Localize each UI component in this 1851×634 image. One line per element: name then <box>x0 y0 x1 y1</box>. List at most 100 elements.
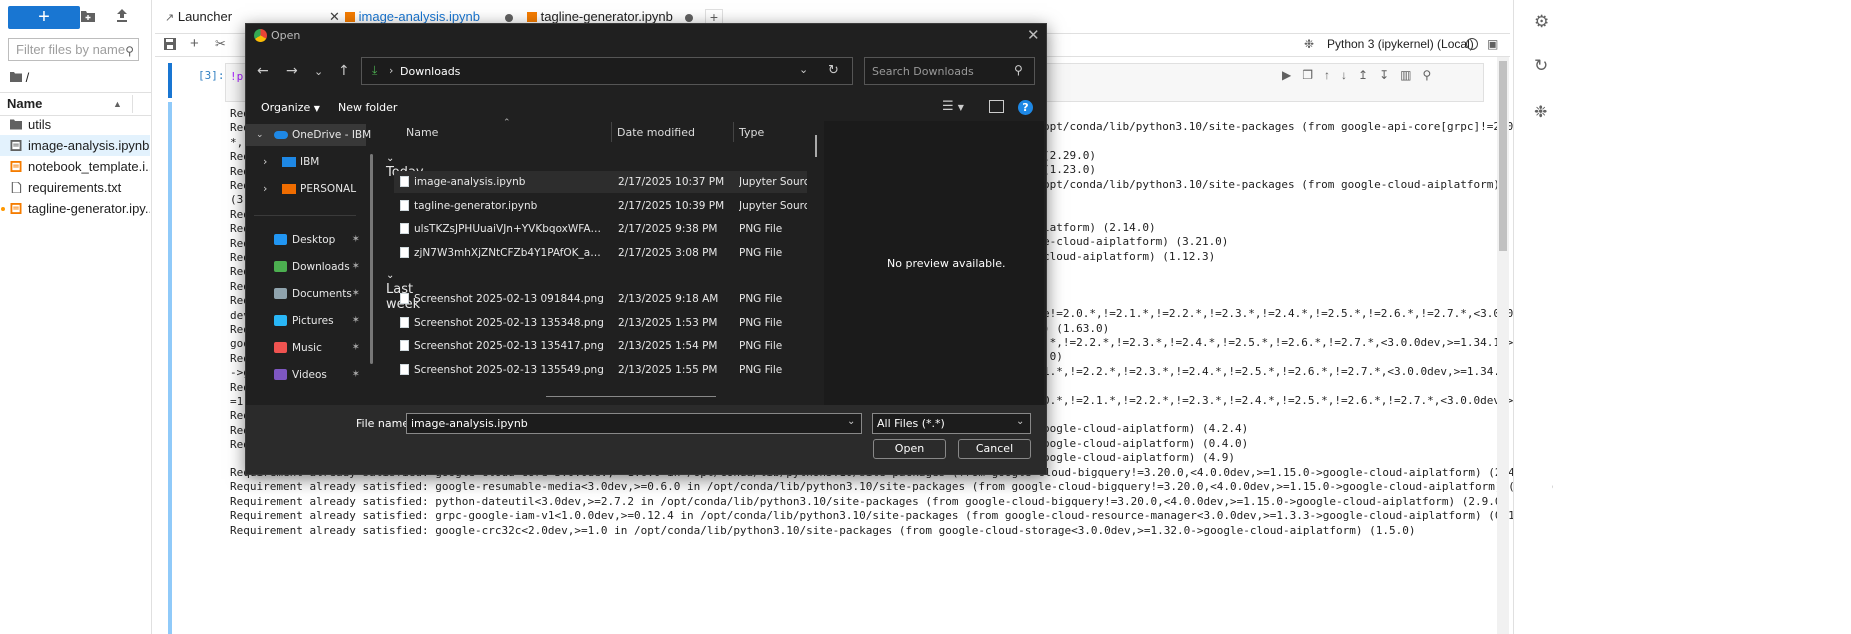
chevron-down-icon[interactable]: ⌄ <box>799 63 808 76</box>
move-up-icon[interactable]: ↑ <box>1324 68 1341 82</box>
upload-icon[interactable] <box>110 5 134 29</box>
nav-onedrive[interactable]: ⌄ OneDrive - IBM <box>246 124 371 146</box>
change-view-icon[interactable]: ☰ ▼ <box>942 99 964 114</box>
nav-quick-music[interactable]: Music ✶ <box>246 337 366 359</box>
notebook-scrollbar[interactable] <box>1497 57 1509 634</box>
file-date: 2/17/2025 10:37 PM <box>618 176 725 188</box>
nav-quick-videos[interactable]: Videos ✶ <box>246 364 366 386</box>
calendar-icon[interactable]: ▣ <box>1487 37 1498 51</box>
duplicate-icon[interactable]: ❐ <box>1302 68 1324 82</box>
file-row[interactable]: Screenshot 2025-02-13 135417.png 2/13/202… <box>394 335 807 357</box>
run-icon[interactable]: ▶ <box>1282 68 1302 82</box>
nav-quick-documents[interactable]: Documents ✶ <box>246 283 366 305</box>
chrome-icon <box>254 29 267 42</box>
pin-icon[interactable]: ✶ <box>352 337 360 359</box>
delete-icon[interactable]: ▥ <box>1400 68 1422 82</box>
horizontal-scrollbar[interactable] <box>546 396 716 397</box>
nav-ibm[interactable]: › IBM <box>246 151 366 173</box>
address-bar[interactable]: ⤓ › Downloads ⌄ ↻ <box>361 57 853 85</box>
preview-pane-icon[interactable] <box>989 100 1004 113</box>
nav-label: Downloads <box>292 261 350 273</box>
save-icon[interactable] <box>164 38 176 53</box>
file-row[interactable]: Screenshot 2025-02-13 091844.png 2/13/202… <box>394 288 807 310</box>
file-item-requirements[interactable]: requirements.txt <box>0 177 150 198</box>
videos-icon <box>274 369 287 380</box>
recent-locations-icon[interactable]: ⌄ <box>314 65 323 78</box>
file-name: requirements.txt <box>28 180 122 195</box>
scrollbar-thumb[interactable] <box>1499 61 1507 251</box>
file-item-notebook-template[interactable]: notebook_template.i... <box>0 156 150 177</box>
pin-icon[interactable]: ✶ <box>352 283 360 305</box>
cancel-button[interactable]: Cancel <box>958 439 1031 459</box>
chevron-down-icon[interactable]: ⌄ <box>847 416 855 427</box>
nav-label: OneDrive - IBM <box>292 129 372 141</box>
file-list-header[interactable]: Name ▲ <box>0 92 151 116</box>
search-box[interactable]: Search Downloads ⚲ <box>864 57 1035 85</box>
pin-icon[interactable]: ✶ <box>352 256 360 278</box>
nav-quick-pictures[interactable]: Pictures ✶ <box>246 310 366 332</box>
forward-icon[interactable]: → <box>286 63 298 79</box>
breadcrumb-root[interactable]: / <box>26 70 30 85</box>
move-down-icon[interactable]: ↓ <box>1341 68 1358 82</box>
close-icon[interactable]: ✕ <box>1027 26 1040 44</box>
help-icon[interactable]: ? <box>1018 100 1033 115</box>
cut-icon[interactable]: ✂ <box>215 36 226 52</box>
cell-toolbar: ▶❐↑↓↥↧▥⚲ <box>1282 68 1442 82</box>
pin-icon[interactable]: ✶ <box>352 364 360 386</box>
new-folder-icon[interactable] <box>76 5 100 29</box>
back-icon[interactable]: ← <box>257 63 269 79</box>
file-row[interactable]: image-analysis.ipynb 2/17/2025 10:37 PM Ju… <box>394 171 807 193</box>
desktop-icon <box>274 234 287 245</box>
open-button[interactable]: Open <box>873 439 946 459</box>
file-row[interactable]: tagline-generator.ipynb 2/17/2025 10:39 P… <box>394 195 807 217</box>
nav-quick-desktop[interactable]: Desktop ✶ <box>246 229 366 251</box>
path-segment[interactable]: Downloads <box>400 65 460 78</box>
insert-below-icon[interactable]: ↧ <box>1379 68 1400 82</box>
organize-menu[interactable]: Organize ▼ <box>261 101 320 114</box>
filename-input[interactable]: image-analysis.ipynb ⌄ <box>406 413 862 434</box>
file-item-tagline-generator[interactable]: tagline-generator.ipy... <box>0 198 150 219</box>
unsaved-dot-icon[interactable] <box>685 14 693 22</box>
output-collapser[interactable] <box>168 102 172 634</box>
zoom-icon[interactable]: ⚲ <box>1422 68 1442 82</box>
column-header-type[interactable]: Type <box>739 126 764 139</box>
insert-cell-icon[interactable]: + <box>190 35 199 52</box>
preview-pane: No preview available. <box>824 121 1044 405</box>
file-type-select[interactable]: All Files (*.*) ⌄ <box>872 413 1031 434</box>
pin-icon[interactable]: ✶ <box>352 310 360 332</box>
file-row[interactable]: ulsTKZsJPHUuaiVJn+YVKbqoxWFAa7G6k... 2/17… <box>394 218 807 240</box>
file-name: Screenshot 2025-02-13 091844.png <box>414 293 604 305</box>
nav-scrollbar-thumb[interactable] <box>370 154 373 364</box>
text-file-icon <box>11 182 22 193</box>
name-column-header[interactable]: Name <box>7 96 42 111</box>
nav-quick-downloads[interactable]: Downloads ✶ <box>246 256 366 278</box>
column-header-name[interactable]: Name <box>406 126 438 139</box>
debugger-icon[interactable]: ❉ <box>1304 37 1314 51</box>
new-launcher-button[interactable]: + <box>8 6 80 29</box>
debugger-icon[interactable]: ❉ <box>1534 102 1547 122</box>
column-divider[interactable] <box>733 122 734 142</box>
column-divider[interactable] <box>611 122 612 142</box>
file-filter-input[interactable]: Filter files by name ⚲ <box>8 38 139 61</box>
file-icon <box>400 246 409 258</box>
notebook-icon <box>10 140 22 151</box>
up-icon[interactable]: ↑ <box>338 63 350 79</box>
nav-personal[interactable]: › PERSONAL <box>246 178 366 200</box>
breadcrumb[interactable]: / <box>10 70 29 85</box>
insert-above-icon[interactable]: ↥ <box>1358 68 1379 82</box>
file-row[interactable]: zjN7W3mhXjZNtCFZb4Y1PAfOK_adVx5lX... 2/17… <box>394 242 807 264</box>
property-inspector-icon[interactable]: ⚙ <box>1534 12 1549 32</box>
pin-icon[interactable]: ✶ <box>352 229 360 251</box>
unsaved-dot-icon[interactable] <box>505 14 513 22</box>
file-row[interactable]: Screenshot 2025-02-13 135549.png 2/13/202… <box>394 359 807 381</box>
file-item-utils[interactable]: utils <box>0 114 150 135</box>
refresh-icon[interactable]: ↻ <box>828 63 839 78</box>
history-icon[interactable]: ↻ <box>1534 56 1548 76</box>
kernel-name[interactable]: Python 3 (ipykernel) (Local) <box>1327 37 1474 51</box>
file-row[interactable]: Screenshot 2025-02-13 135348.png 2/13/202… <box>394 312 807 334</box>
file-item-image-analysis[interactable]: image-analysis.ipynb <box>0 135 150 156</box>
column-header-date[interactable]: Date modified <box>617 126 695 139</box>
list-scrollbar-thumb[interactable] <box>815 135 817 157</box>
downloads-icon <box>274 261 287 272</box>
new-folder-button[interactable]: New folder <box>338 101 397 114</box>
